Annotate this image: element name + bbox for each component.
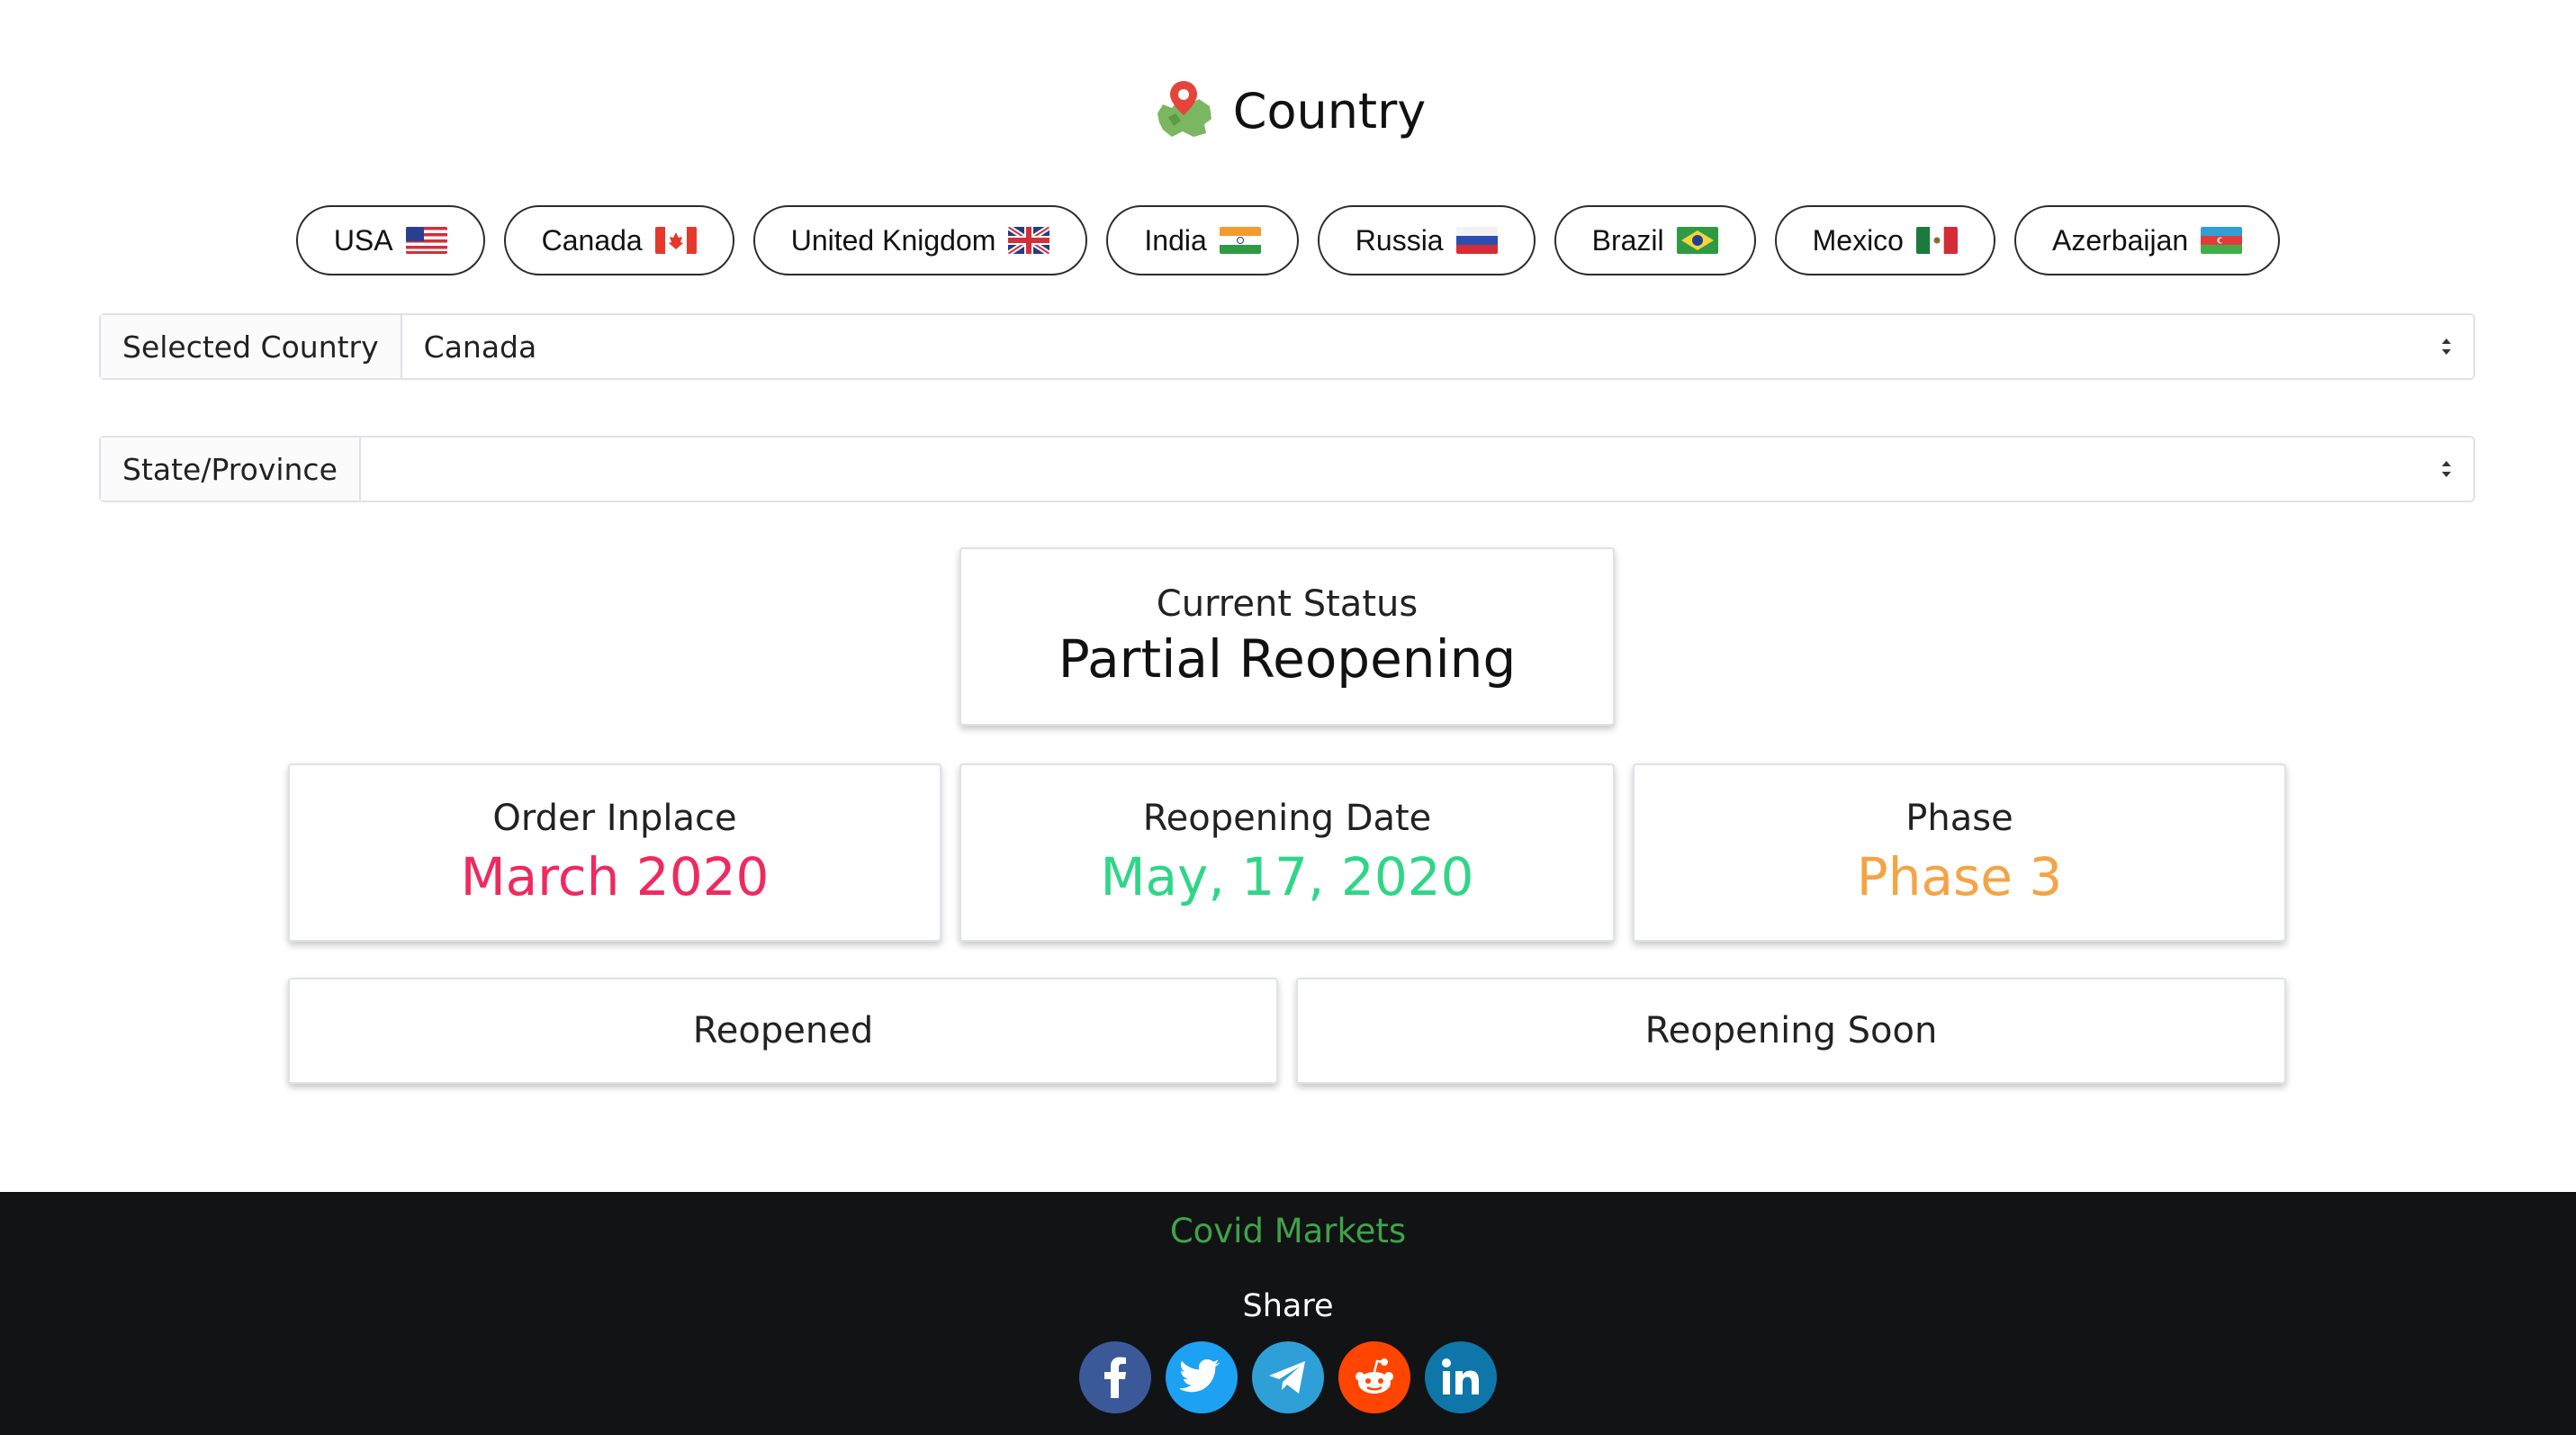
country-chip-brazil[interactable]: Brazil (1554, 205, 1756, 275)
azerbaijan-flag-icon (2201, 227, 2243, 254)
mexico-flag-icon (1915, 227, 1958, 254)
current-status-title: Current Status (1156, 583, 1419, 625)
country-chip-mexico[interactable]: Mexico (1774, 205, 1995, 275)
chip-label: Mexico (1812, 223, 1904, 257)
facebook-icon[interactable] (1079, 1341, 1151, 1413)
reopened-button[interactable]: Reopened (288, 978, 1278, 1084)
share-label: Share (1242, 1288, 1334, 1324)
russia-flag-icon (1455, 227, 1498, 254)
country-chip-russia[interactable]: Russia (1317, 205, 1536, 275)
order-inplace-card: Order Inplace March 2020 (288, 763, 941, 942)
phase-value: Phase 3 (1856, 846, 2063, 907)
reddit-icon[interactable] (1338, 1341, 1410, 1413)
chip-label: Russia (1355, 223, 1444, 257)
map-pin-icon (1157, 81, 1211, 137)
linkedin-icon[interactable] (1425, 1341, 1497, 1413)
selected-country-group: Selected Country Canada (99, 313, 2475, 380)
reopening-date-title: Reopening Date (1142, 798, 1432, 839)
page-title: Country (1232, 82, 1427, 140)
reopened-label: Reopened (692, 1010, 874, 1051)
reopening-date-card: Reopening Date May, 17, 2020 (959, 763, 1615, 942)
select-arrows-icon (2442, 461, 2451, 477)
social-share-list (0, 1341, 2576, 1413)
state-province-group: State/Province (99, 436, 2475, 502)
reopening-soon-button[interactable]: Reopening Soon (1296, 978, 2286, 1084)
phase-card: Phase Phase 3 (1633, 763, 2286, 942)
country-chip-azerbaijan[interactable]: Azerbaijan (2013, 205, 2281, 275)
footer-brand[interactable]: Covid Markets (0, 1212, 2576, 1250)
selected-country-select[interactable]: Canada (402, 315, 2473, 378)
chip-label: Canada (541, 223, 643, 257)
us-flag-icon (405, 227, 447, 254)
brazil-flag-icon (1676, 227, 1718, 254)
chip-label: India (1144, 223, 1207, 257)
order-inplace-value: March 2020 (460, 846, 770, 907)
chip-label: Brazil (1591, 223, 1664, 257)
chip-label: USA (333, 223, 393, 257)
reopening-date-value: May, 17, 2020 (1100, 846, 1474, 907)
country-chip-usa[interactable]: USA (295, 205, 485, 275)
footer: Covid Markets Share (0, 1192, 2576, 1435)
canada-flag-icon (654, 227, 697, 254)
chip-label: United Knigdom (790, 223, 996, 257)
twitter-icon[interactable] (1166, 1341, 1238, 1413)
page-header: Country (0, 70, 2576, 151)
country-chip-united-kingdom[interactable]: United Knigdom (752, 205, 1088, 275)
country-chip-india[interactable]: India (1106, 205, 1299, 275)
selected-country-value: Canada (423, 329, 537, 365)
chip-label: Azerbaijan (2051, 223, 2189, 257)
phase-title: Phase (1905, 798, 2013, 839)
reopening-soon-label: Reopening Soon (1644, 1010, 1938, 1051)
state-province-select[interactable] (361, 438, 2473, 501)
selected-country-label: Selected Country (101, 315, 402, 378)
country-chip-canada[interactable]: Canada (503, 205, 734, 275)
order-inplace-title: Order Inplace (492, 798, 737, 839)
select-arrows-icon (2442, 338, 2451, 355)
state-province-label: State/Province (101, 438, 361, 501)
uk-flag-icon (1008, 227, 1050, 254)
current-status-value: Partial Reopening (1058, 628, 1517, 690)
telegram-icon[interactable] (1252, 1341, 1324, 1413)
current-status-card: Current Status Partial Reopening (959, 547, 1615, 726)
country-chip-list: USA Canada United Knigdom India Russia B… (0, 205, 2576, 275)
india-flag-icon (1219, 227, 1261, 254)
